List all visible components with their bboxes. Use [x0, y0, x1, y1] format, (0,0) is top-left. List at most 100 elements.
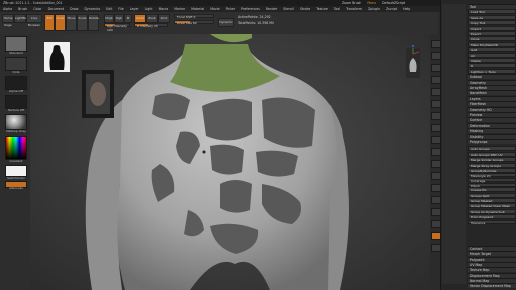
zcut-button[interactable]: Zcut	[158, 14, 170, 23]
rgb-intensity-slider[interactable]: Rgb Intensity 100	[104, 23, 130, 32]
tool-item-r[interactable]: R	[468, 63, 516, 69]
tool-item-subtool[interactable]: Subtool	[468, 74, 516, 80]
polish-slider[interactable]: Polish	[468, 182, 516, 188]
total-points-readout: TotalPoints: 10.398 Mil	[238, 21, 274, 25]
draw-size-slider[interactable]: Draw Size 64	[174, 20, 214, 25]
tool-item-nanomesh[interactable]: NanoMesh	[468, 90, 516, 96]
tool-uv-map[interactable]: UV Map	[468, 261, 516, 267]
alpha-label: Alpha Off	[9, 89, 23, 93]
group-masked-clear-button[interactable]: Group Masked Clear Mask	[468, 203, 516, 209]
default-zscript[interactable]: DefaultZScript	[382, 1, 405, 5]
m-button[interactable]: M	[124, 14, 132, 23]
live-boolean-button[interactable]: Live Boolean	[26, 14, 42, 27]
zsub-button[interactable]: Zsub	[146, 14, 158, 23]
crease-pg-button[interactable]: Crease PG	[468, 187, 516, 193]
navigation-gizmo[interactable]	[406, 45, 420, 78]
home-page-button[interactable]: Home Page	[2, 14, 14, 27]
polygroup-chest-right	[262, 97, 315, 148]
tool-polypaint[interactable]: Polypaint	[468, 256, 516, 262]
max-angle-slider[interactable]: MaxAngle 20	[468, 173, 516, 178]
tool-item-geometry-hd[interactable]: Geometry HD	[468, 106, 516, 112]
scale-button[interactable]: Scale	[77, 14, 88, 31]
tool-item-load-tool[interactable]: Load Tool	[468, 9, 516, 15]
coverage-slider[interactable]: Coverage	[468, 178, 516, 183]
tool-item-lightbox-tools[interactable]: Lightbox > Tools	[468, 68, 516, 74]
tool-contact[interactable]: Contact	[468, 246, 516, 251]
group-by-normals-button[interactable]: GroupByNormals	[468, 168, 516, 173]
tool-vector-displacement-map[interactable]: Vector Displacement Map	[468, 283, 516, 289]
brush-thumbnail[interactable]	[5, 36, 27, 52]
rgb-button[interactable]: Rgb	[114, 14, 124, 23]
texture-thumbnail[interactable]	[5, 95, 27, 109]
material-thumbnail[interactable]	[5, 114, 27, 130]
tool-palette: Tool Load Tool Save As Copy Tool Import Expor…	[440, 0, 516, 290]
tool-item-visibility[interactable]: Visibility	[468, 133, 516, 139]
tool-item-import[interactable]: Import	[468, 25, 516, 31]
window-title: ZBrush 2021.1.2 - SubstAddition_001	[3, 1, 63, 5]
tool-displacement-map[interactable]: Displacement Map	[468, 272, 516, 278]
tool-item-masking[interactable]: Masking	[468, 128, 516, 134]
lightbox-button[interactable]: LightBox	[14, 14, 28, 23]
tool-item-all[interactable]: All	[468, 52, 516, 58]
tool-item-preview[interactable]: Preview	[468, 112, 516, 117]
webcam-person	[90, 82, 106, 106]
z-intensity-slider[interactable]: Z Intensity 25	[134, 23, 168, 28]
tool-item-layers[interactable]: Layers	[468, 95, 516, 101]
auto-groups-button[interactable]: Auto Groups	[468, 146, 516, 152]
subtool-thumb-column	[442, 4, 466, 284]
texture-label: Texture Off	[7, 108, 25, 112]
focal-shift-slider[interactable]: Focal Shift 0	[174, 14, 214, 19]
tool-item-goz[interactable]: GoZ	[468, 47, 516, 53]
stroke-thumbnail[interactable]	[5, 57, 27, 71]
rotate-button[interactable]: Rotate	[88, 14, 99, 31]
tool-item-copy-tool[interactable]: Copy Tool	[468, 20, 516, 26]
polygroup-chest-center	[202, 98, 252, 141]
stroke-label: Dots	[12, 70, 20, 74]
color-picker[interactable]	[5, 136, 27, 160]
merge-similar-button[interactable]: Merge Similar Groups	[468, 157, 516, 163]
tool-item-tool[interactable]: Tool	[468, 4, 516, 9]
tool-item-save-as[interactable]: Save As	[468, 14, 516, 20]
tool-item-arraymesh[interactable]: ArrayMesh	[468, 85, 516, 90]
polygroup-abs-upper	[210, 144, 244, 175]
tolerance-slider[interactable]: Tolerance	[468, 219, 516, 225]
tool-item-polygroups[interactable]: Polygroups	[468, 139, 516, 144]
mrgb-button[interactable]: Mrgb	[104, 14, 114, 23]
gradient-label: Gradient	[9, 159, 23, 163]
tool-morph-target[interactable]: Morph Target	[468, 251, 516, 257]
merge-stray-button[interactable]: Merge Stray Groups	[468, 162, 516, 168]
right-shelf	[430, 34, 441, 290]
tool-item-make-polymesh3d[interactable]: Make PolyMesh3D	[468, 41, 516, 47]
from-polypaint-button[interactable]: From Polypaint	[468, 214, 516, 220]
tool-item-geometry[interactable]: Geometry	[468, 79, 516, 85]
edit-button[interactable]: Edit	[44, 14, 55, 31]
tool-item-export[interactable]: Export	[468, 31, 516, 36]
tool-item-surface[interactable]: Surface	[468, 117, 516, 123]
move-button[interactable]: Move	[66, 14, 77, 31]
auto-groups-uv-button[interactable]: Auto Groups With UV	[468, 151, 516, 157]
tool-item-fibermesh[interactable]: FiberMesh	[468, 101, 516, 107]
group-as-dynamic-button[interactable]: Group As DynamicSub	[468, 208, 516, 214]
tool-texture-map[interactable]: Texture Map	[468, 267, 516, 273]
menu-button[interactable]: Menu	[367, 1, 376, 5]
dynamic-button[interactable]: Dynamic	[218, 18, 234, 27]
tool-item-deformation[interactable]: Deformation	[468, 122, 516, 128]
draw-button[interactable]: Draw	[55, 14, 66, 31]
tool-item-clone[interactable]: Clone	[468, 36, 516, 42]
left-arm-mesh	[85, 100, 122, 290]
title-bar-right: Zoom Brush Menu DefaultZScript	[342, 1, 405, 5]
alpha-thumbnail[interactable]	[5, 76, 27, 90]
group-masked-button[interactable]: Group Masked	[468, 198, 516, 203]
groups-split-button[interactable]: Groups Split	[468, 192, 516, 198]
tool-normal-map[interactable]: Normal Map	[468, 277, 516, 283]
top-toolbar: Home Page LightBox Live Boolean Edit Dra…	[0, 12, 438, 35]
zadd-button[interactable]: Zadd	[134, 14, 146, 23]
tool-item-visible[interactable]: Visible	[468, 58, 516, 63]
brush-label: Standard	[9, 51, 23, 55]
polygroup-abs-mid	[220, 180, 252, 213]
sculpt-mesh[interactable]	[30, 34, 430, 290]
canvas-viewport[interactable]	[30, 34, 430, 290]
material-label: MatCap Gray	[6, 129, 26, 133]
alternate-label: Alternate	[9, 186, 23, 190]
quicksave-hint[interactable]: Zoom Brush	[342, 1, 361, 5]
